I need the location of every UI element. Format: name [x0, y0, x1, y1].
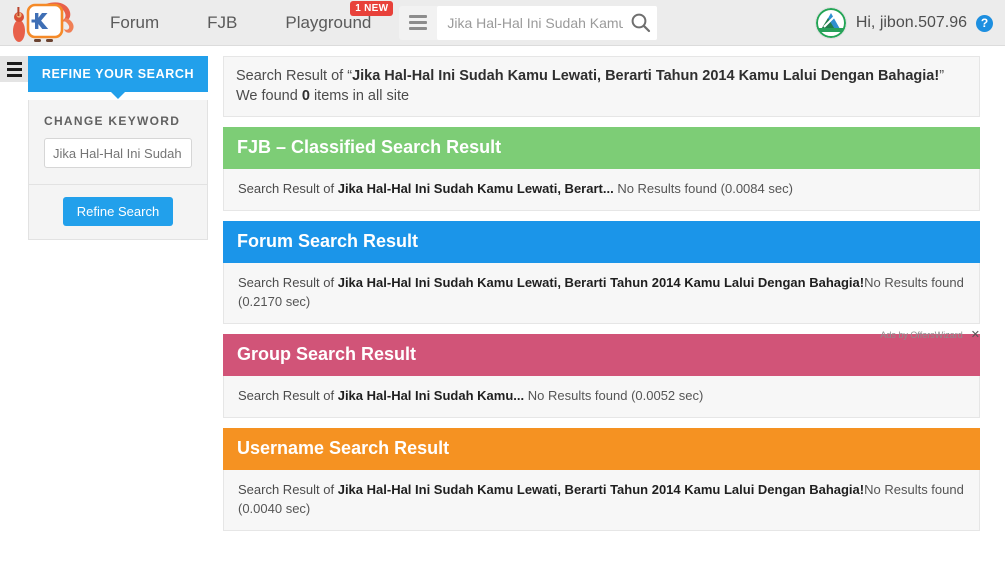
summary-query: Jika Hal-Hal Ini Sudah Kamu Lewati, Bera… — [352, 68, 940, 84]
search-area — [399, 5, 658, 40]
result-prefix: Search Result of — [238, 388, 338, 403]
site-logo[interactable] — [0, 0, 86, 46]
summary-suffix: items in all site — [309, 88, 410, 104]
sidebar-toggle-hamburger-icon[interactable] — [0, 56, 28, 82]
page-body: REFINE YOUR SEARCH CHANGE KEYWORD Refine… — [0, 46, 1005, 531]
section-body: Search Result of Jika Hal-Hal Ini Sudah … — [223, 376, 980, 418]
change-keyword-section: CHANGE KEYWORD — [29, 100, 207, 184]
section-title: Username Search Result — [223, 428, 980, 470]
top-header-bar: Forum FJB Playground 1 NEW Jika Hal-Hal … — [0, 0, 1005, 46]
result-query: Jika Hal-Hal Ini Sudah Kamu Lewati, Bera… — [337, 482, 865, 497]
user-greeting: Hi, jibon.507.96 — [855, 14, 967, 31]
primary-nav: Forum FJB Playground 1 NEW — [86, 0, 395, 46]
section-body: Search Result of Jika Hal-Hal Ini Sudah … — [223, 263, 980, 324]
refine-footer: Refine Search — [29, 184, 207, 239]
nav-item-fjb[interactable]: FJB — [183, 0, 261, 46]
result-prefix: Search Result of — [238, 275, 338, 290]
change-keyword-label: CHANGE KEYWORD — [44, 114, 181, 128]
sidebar: REFINE YOUR SEARCH CHANGE KEYWORD Refine… — [28, 46, 208, 531]
section-title: Group Search Result — [223, 334, 980, 376]
avatar[interactable] — [814, 7, 847, 39]
summary-prefix: Search Result of “ — [236, 68, 353, 84]
section-body: Search Result of Jika Hal-Hal Ini Sudah … — [223, 169, 980, 211]
result-status: No Results found (0.0052 sec) — [527, 388, 704, 403]
section-title: FJB – Classified Search Result — [223, 127, 980, 169]
summary-count: 0 — [301, 88, 310, 104]
sidebar-toggle-column — [0, 46, 28, 531]
keyword-input[interactable] — [44, 138, 192, 168]
search-box — [437, 5, 658, 40]
section-title: Forum Search Result — [223, 221, 980, 263]
refine-your-search-header[interactable]: REFINE YOUR SEARCH — [28, 56, 208, 99]
nav-item-label: Forum — [110, 12, 160, 32]
result-section-forum: Forum Search Result Search Result of Jik… — [223, 221, 980, 324]
ads-bar: Ads by OffersWizard ✕ — [880, 328, 980, 341]
ads-label: Ads by OffersWizard — [880, 329, 963, 340]
kaskus-logo-icon — [13, 1, 74, 42]
search-input[interactable] — [437, 5, 658, 40]
main-content: Search Result of “Jika Hal-Hal Ini Sudah… — [208, 46, 1005, 531]
result-query: Jika Hal-Hal Ini Sudah Kamu Lewati, Bera… — [337, 181, 614, 196]
ads-close-icon[interactable]: ✕ — [971, 328, 980, 341]
user-area: Hi, jibon.507.96 ? — [814, 0, 993, 46]
menu-hamburger-icon[interactable] — [399, 6, 437, 40]
search-summary: Search Result of “Jika Hal-Hal Ini Sudah… — [223, 56, 980, 117]
result-prefix: Search Result of — [238, 482, 338, 497]
refine-panel: CHANGE KEYWORD Refine Search — [28, 100, 208, 240]
nav-item-label: FJB — [207, 12, 238, 32]
result-section-fjb: FJB – Classified Search Result Search Re… — [223, 127, 980, 211]
search-icon[interactable] — [629, 11, 653, 35]
avatar-image-icon — [815, 8, 846, 38]
help-icon[interactable]: ? — [976, 14, 993, 32]
result-query: Jika Hal-Hal Ini Sudah Kamu Lewati, Bera… — [337, 275, 865, 290]
result-query: Jika Hal-Hal Ini Sudah Kamu... — [337, 388, 525, 403]
section-body: Search Result of Jika Hal-Hal Ini Sudah … — [223, 470, 980, 531]
refine-search-button[interactable]: Refine Search — [62, 197, 174, 226]
result-status: No Results found (0.0084 sec) — [617, 181, 793, 196]
nav-item-playground[interactable]: Playground 1 NEW — [261, 0, 395, 46]
nav-item-forum[interactable]: Forum — [86, 0, 183, 46]
result-section-group: Group Search Result Search Result of Jik… — [223, 334, 980, 418]
new-badge: 1 NEW — [350, 0, 394, 16]
result-prefix: Search Result of — [238, 181, 338, 196]
result-section-username: Username Search Result Search Result of … — [223, 428, 980, 531]
